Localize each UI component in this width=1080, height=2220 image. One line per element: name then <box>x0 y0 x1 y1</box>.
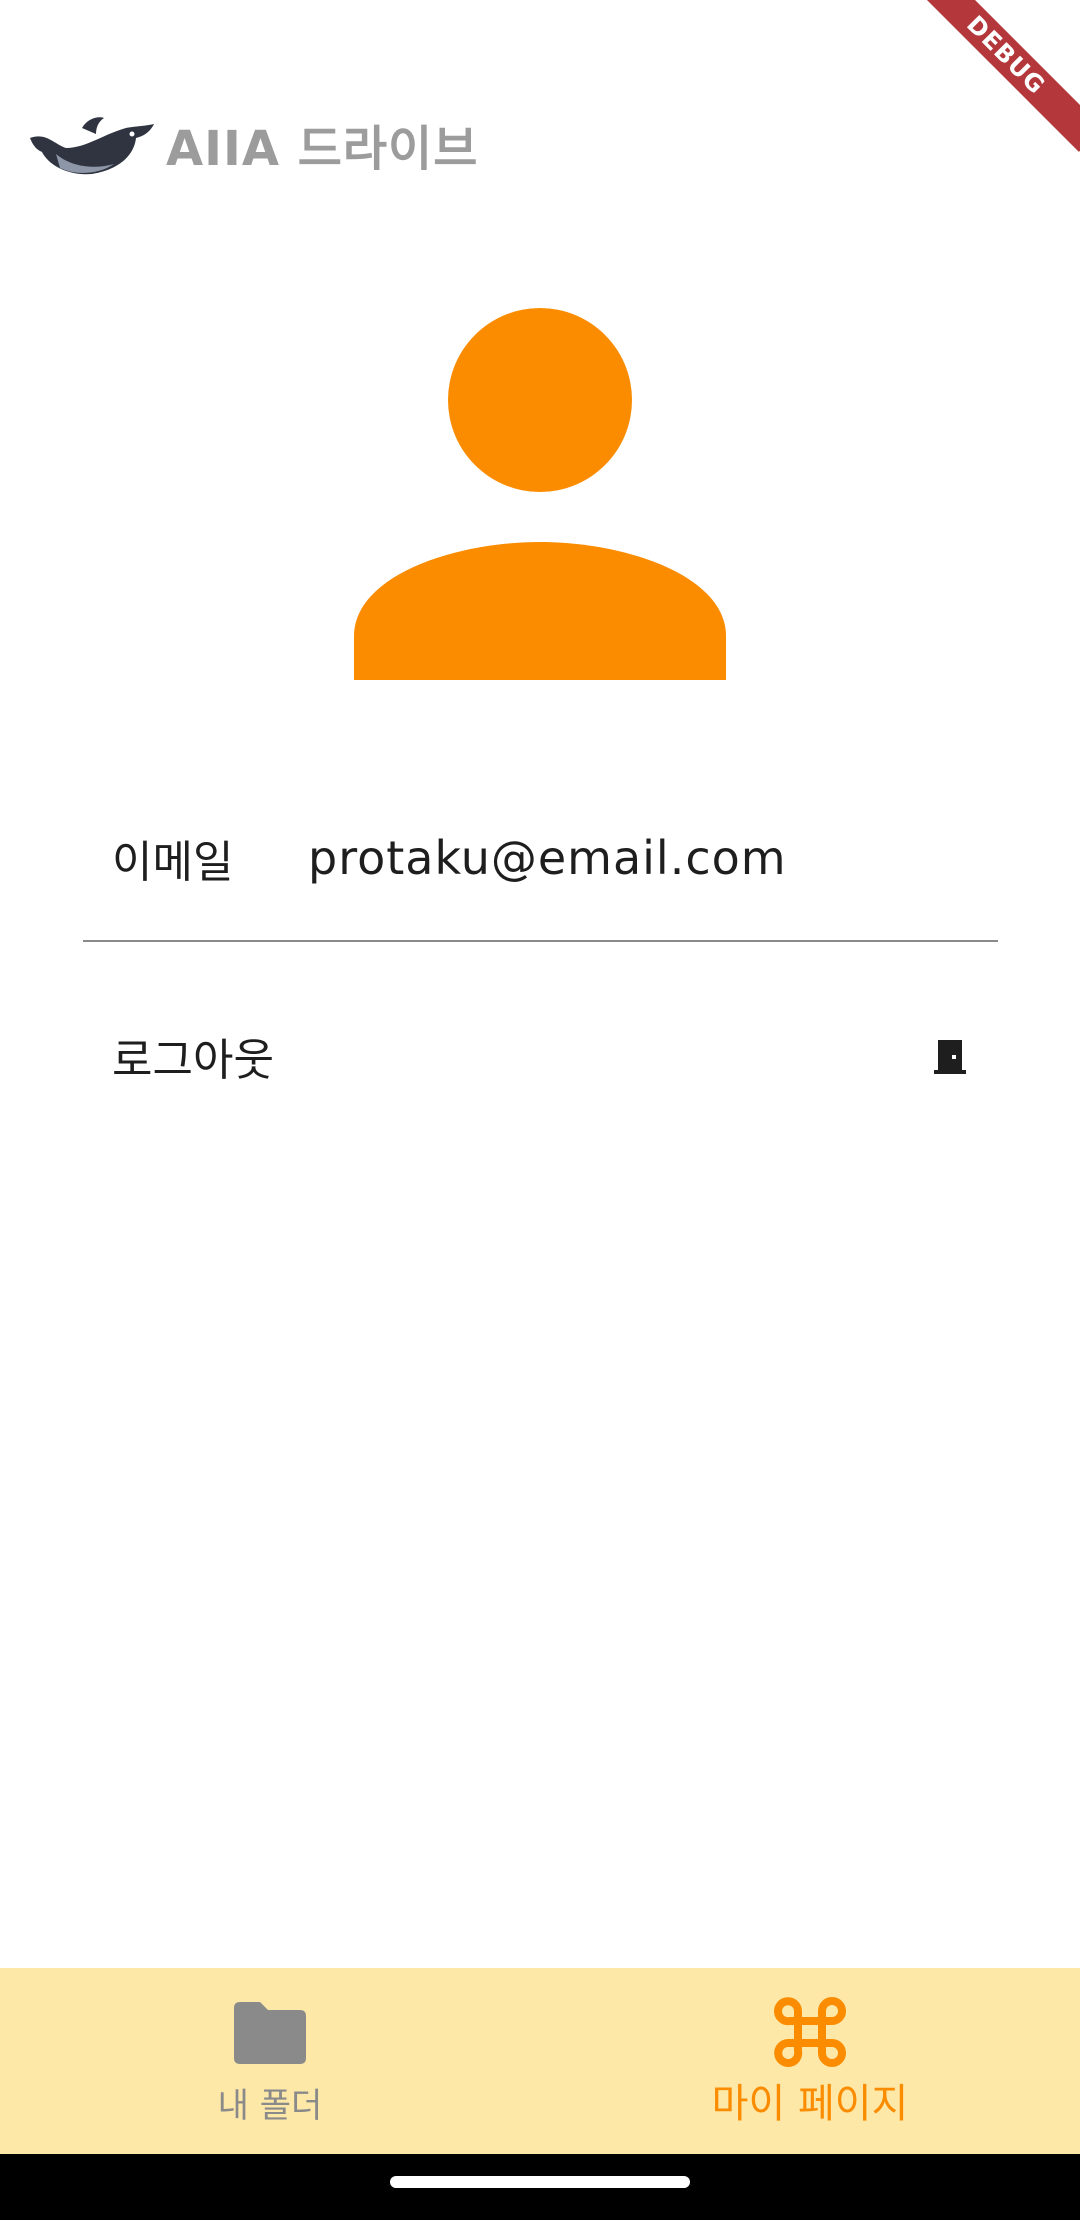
screen: DEBUG AIIA 드라이브 이메일 protaku@email.com 로그… <box>0 0 1080 2220</box>
debug-banner-label: DEBUG <box>920 0 1080 152</box>
nav-label-my-folder: 내 폴더 <box>217 2085 323 2126</box>
dolphin-logo-icon <box>30 117 154 175</box>
nav-label-my-page: 마이 페이지 <box>711 2081 909 2127</box>
app-title: AIIA 드라이브 <box>166 121 479 177</box>
system-navigation-bar <box>0 2154 1080 2220</box>
email-row: 이메일 protaku@email.com <box>112 818 968 898</box>
person-icon <box>354 308 726 680</box>
debug-banner: DEBUG <box>920 0 1080 160</box>
folder-icon <box>234 2001 306 2064</box>
divider <box>83 940 998 942</box>
door-icon <box>934 1040 966 1074</box>
nav-item-my-folder[interactable]: 내 폴더 <box>0 1968 540 2154</box>
bottom-navigation: 내 폴더 마이 페이지 <box>0 1968 1080 2154</box>
nav-item-my-page[interactable]: 마이 페이지 <box>540 1968 1080 2154</box>
logout-button[interactable]: 로그아웃 <box>112 1016 968 1096</box>
logout-label: 로그아웃 <box>112 1035 274 1086</box>
app-header: AIIA 드라이브 <box>26 108 478 180</box>
email-label: 이메일 <box>112 837 234 888</box>
email-value: protaku@email.com <box>308 831 787 885</box>
home-indicator[interactable] <box>390 2176 690 2188</box>
command-icon <box>774 1997 846 2067</box>
